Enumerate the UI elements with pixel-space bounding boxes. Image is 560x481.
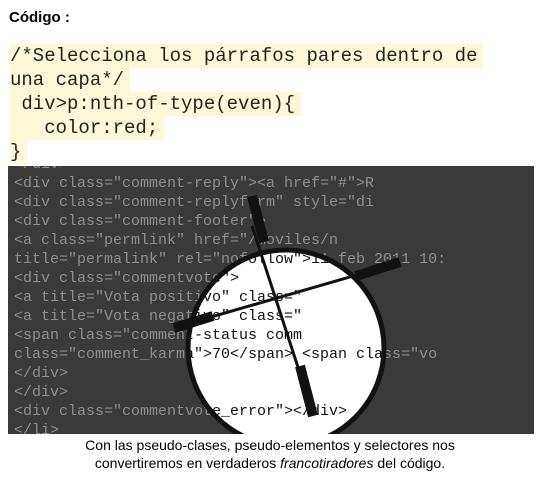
scope-illustration: </div> <div class="comment-reply"><a hre…	[14, 166, 446, 434]
code-line: color:red;	[0, 116, 540, 140]
code-line: /*Selecciona los párrafos pares dentro d…	[0, 44, 540, 68]
image-code-line: <div class="commentvote">	[14, 270, 239, 287]
caption-emphasis: francotiradores	[280, 455, 374, 471]
image-code-line: <a class="permlink" href="/moviles/n	[14, 232, 338, 249]
image-code-line: </div>	[14, 384, 68, 401]
caption-line-2: convertiremos en verdaderos francotirado…	[94, 455, 446, 471]
code-line: una capa*/	[0, 68, 540, 92]
image-caption: Con las pseudo-clases, pseudo-elementos …	[0, 436, 540, 472]
page-heading: Código :	[9, 9, 70, 26]
code-line: }	[0, 140, 540, 164]
image-code-line: <div class="comment-footer">	[14, 213, 266, 230]
code-line: div>p:nth-of-type(even){	[0, 92, 540, 116]
image-code-line: <div class="comment-replyform" style="di	[14, 194, 374, 211]
code-block: /*Selecciona los párrafos pares dentro d…	[0, 44, 540, 164]
image-code-line: </div>	[14, 365, 68, 382]
image-code-line: </li>	[14, 422, 59, 434]
caption-line-1: Con las pseudo-clases, pseudo-elementos …	[85, 437, 455, 453]
image-code-line: <div class="comment-reply"><a href="#">R	[14, 175, 374, 192]
scope-over-code-image: </div> <div class="comment-reply"><a hre…	[8, 166, 534, 434]
image-code-line: </div>	[14, 166, 68, 173]
